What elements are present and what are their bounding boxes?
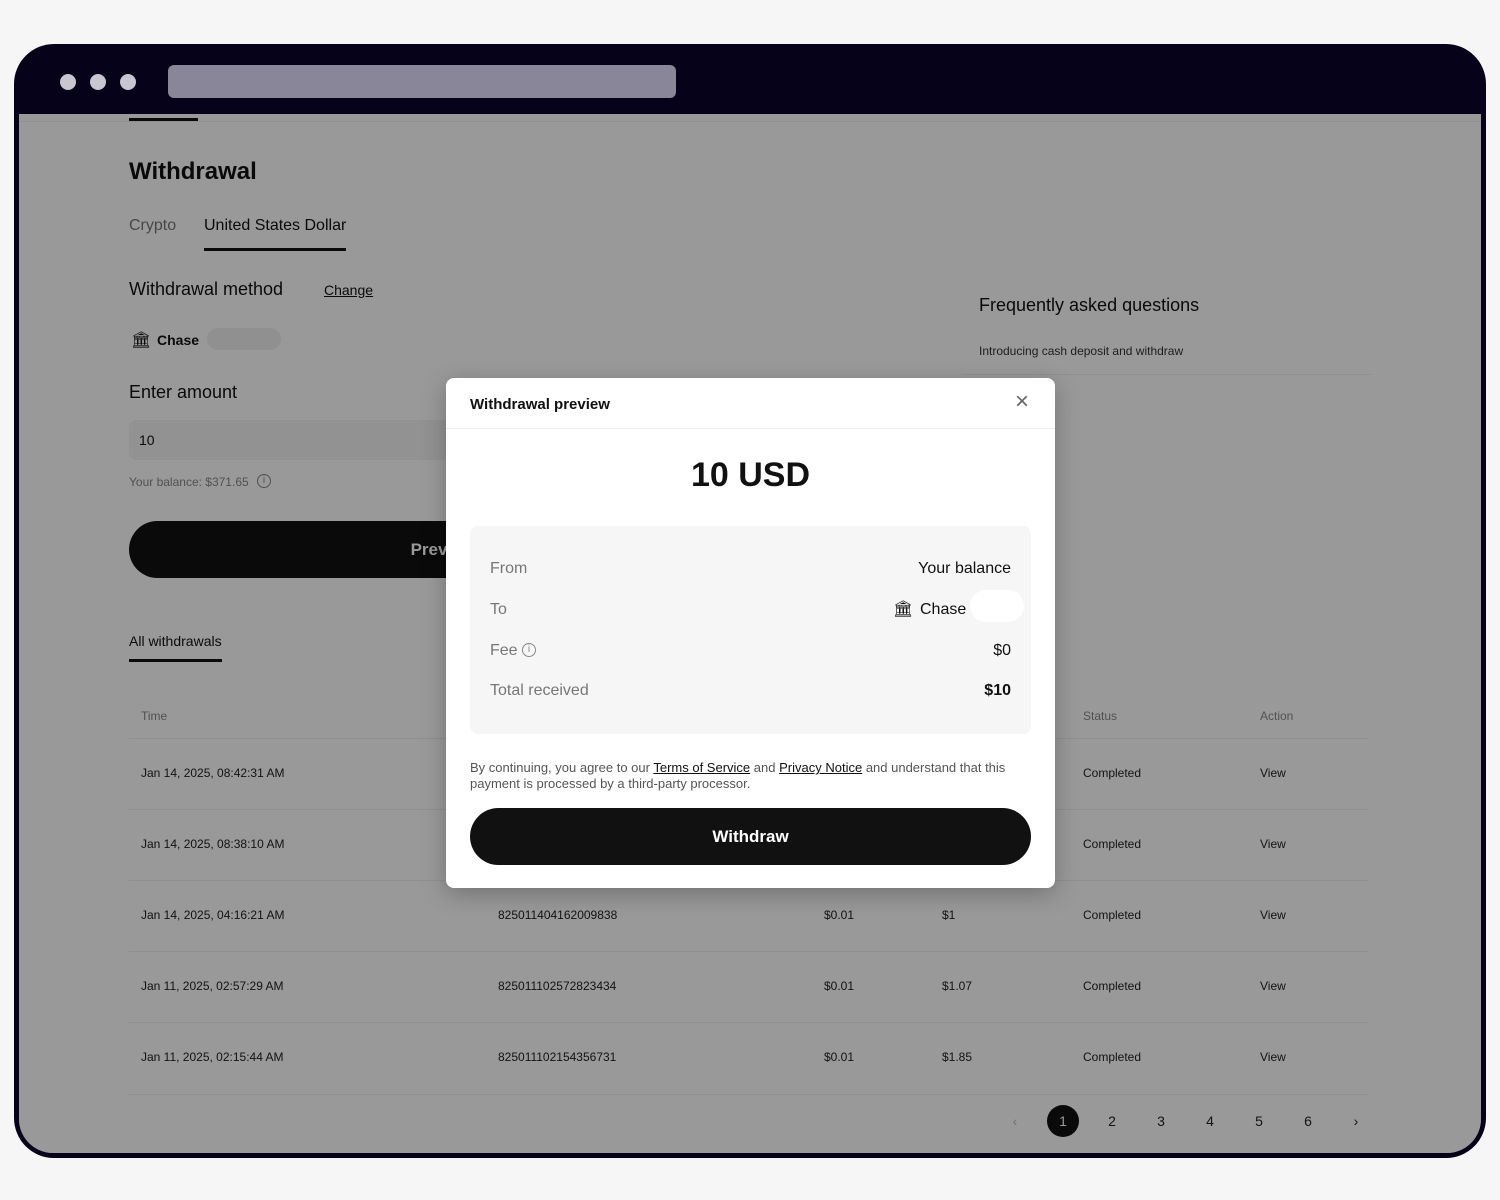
address-bar[interactable] (168, 65, 676, 98)
modal-title: Withdrawal preview (470, 396, 610, 413)
summary-card: From Your balance To 🏛 Chase Fee i $0 To… (470, 526, 1031, 734)
from-value: Your balance (918, 560, 1011, 577)
account-mask (970, 590, 1024, 622)
amount-display: 10 USD (690, 456, 811, 494)
privacy-link[interactable]: Privacy Notice (779, 760, 862, 775)
fee-value: $0 (993, 642, 1011, 659)
terms-link[interactable]: Terms of Service (653, 760, 750, 775)
window-minimize-dot[interactable] (90, 74, 106, 90)
total-label: Total received (490, 682, 589, 699)
window-close-dot[interactable] (60, 74, 76, 90)
info-icon[interactable]: i (522, 643, 536, 657)
disclaimer-text: and (753, 760, 776, 775)
to-label: To (490, 601, 507, 618)
divider (446, 428, 1055, 429)
withdraw-button[interactable]: Withdraw (470, 808, 1031, 865)
withdrawal-preview-modal: Withdrawal preview × 10 USD From Your ba… (446, 378, 1055, 888)
disclaimer-text: By continuing, you agree to our (470, 760, 650, 775)
disclaimer: By continuing, you agree to our Terms of… (470, 760, 1030, 792)
bank-icon: 🏛 (893, 601, 914, 618)
to-value: Chase (920, 601, 967, 618)
window-maximize-dot[interactable] (120, 74, 136, 90)
from-label: From (490, 560, 528, 577)
close-icon[interactable]: × (1015, 388, 1029, 416)
fee-label: Fee (490, 642, 518, 659)
total-value: $10 (984, 682, 1011, 699)
